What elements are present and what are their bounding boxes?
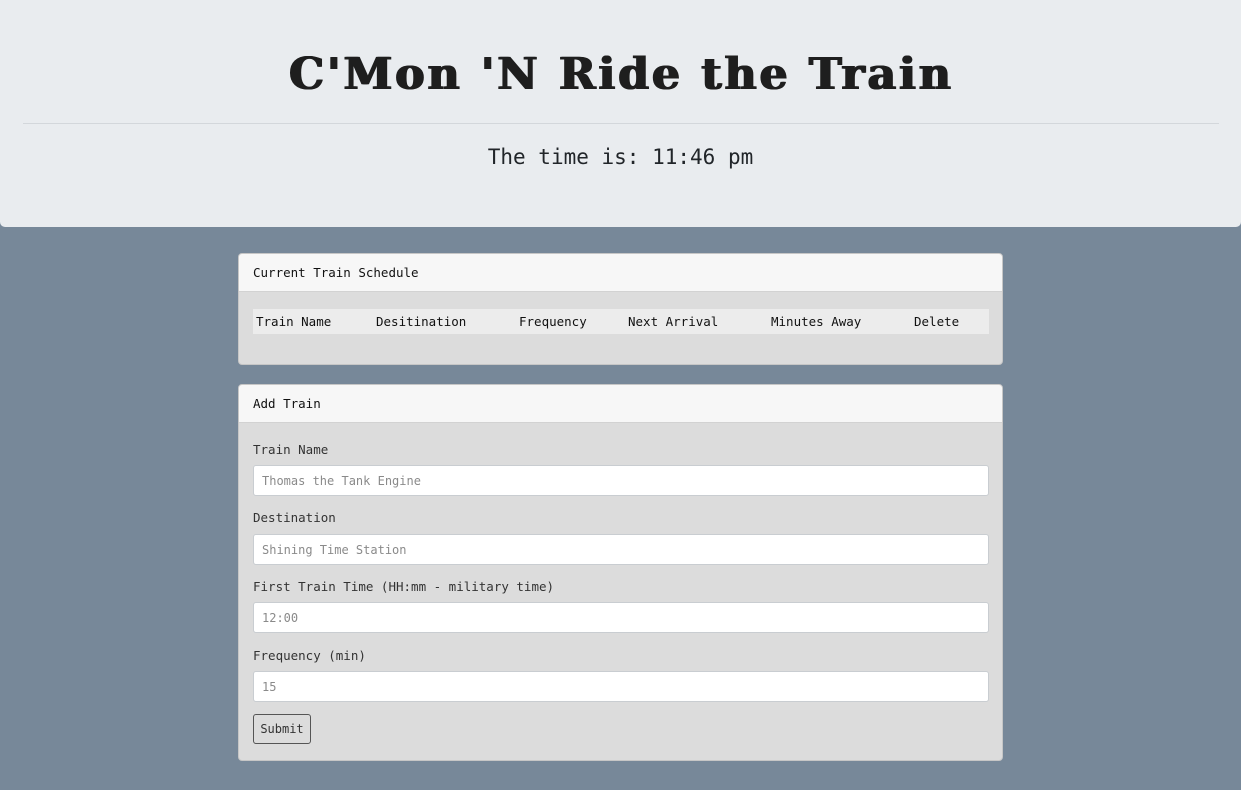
column-header-frequency: Frequency: [519, 314, 587, 329]
first-train-time-label: First Train Time (HH:mm - military time): [253, 579, 555, 594]
schedule-table-header-row: Train Name Desitination Frequency Next A…: [253, 309, 989, 334]
add-train-card-header: Add Train: [239, 385, 1002, 423]
destination-input[interactable]: [253, 534, 989, 565]
submit-button[interactable]: Submit: [253, 714, 311, 744]
column-header-delete: Delete: [914, 314, 960, 329]
jumbotron-header: C'Mon 'N Ride the Train The time is: 11:…: [0, 0, 1241, 227]
train-schedule-card: Current Train Schedule Train Name Desiti…: [238, 253, 1003, 365]
column-header-next-arrival: Next Arrival: [628, 314, 719, 329]
current-time-display: The time is: 11:46 pm: [487, 145, 754, 169]
frequency-label: Frequency (min): [253, 648, 366, 663]
column-header-minutes-away: Minutes Away: [771, 314, 862, 329]
destination-label: Destination: [253, 510, 336, 525]
column-header-train-name: Train Name: [256, 314, 332, 329]
train-name-label: Train Name: [253, 442, 329, 457]
column-header-destination: Desitination: [376, 314, 467, 329]
add-train-card: Add Train Train Name Destination First T…: [238, 384, 1003, 761]
title-divider: [23, 123, 1219, 124]
frequency-input[interactable]: [253, 671, 989, 702]
site-title: C'Mon 'N Ride the Train: [288, 49, 953, 100]
train-name-input[interactable]: [253, 465, 989, 496]
schedule-card-header: Current Train Schedule: [239, 254, 1002, 292]
first-train-time-input[interactable]: [253, 602, 989, 633]
